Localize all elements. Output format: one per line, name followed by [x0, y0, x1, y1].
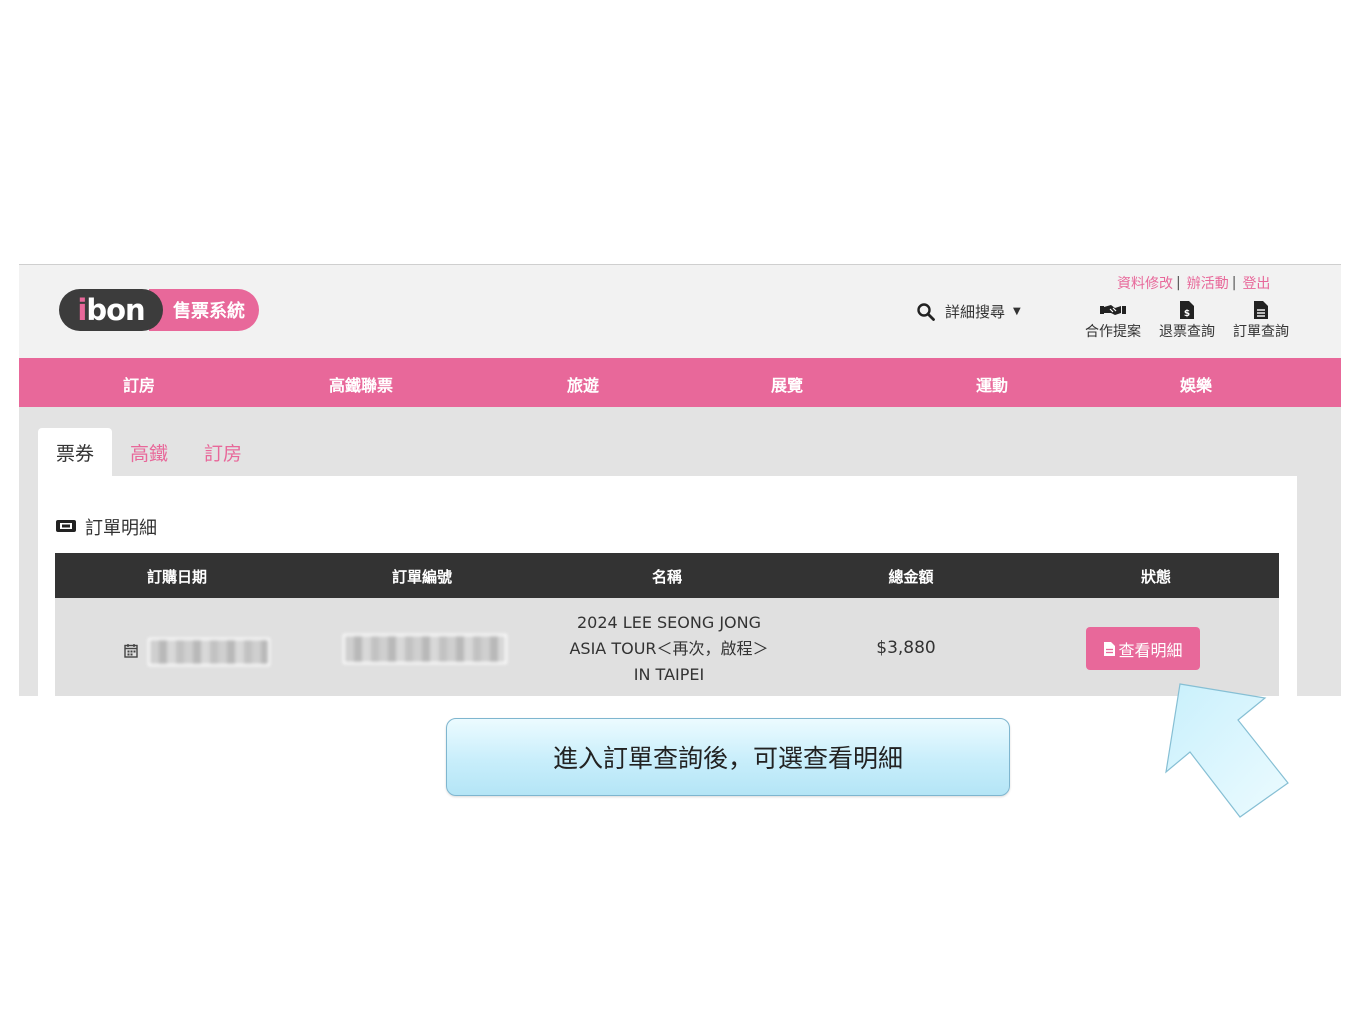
nav-item-exhibition[interactable]: 展覽 [771, 372, 803, 396]
calendar-icon [124, 643, 138, 662]
logo-brand-text: bon [86, 293, 145, 327]
table-row: 2024 LEE SEONG JONG ASIA TOUR＜再次，啟程＞ IN … [55, 598, 1279, 696]
nav-item-hsr-package[interactable]: 高鐵聯票 [329, 372, 393, 396]
event-name-line: ASIA TOUR＜再次，啟程＞ [569, 639, 769, 658]
account-links: 資料修改 | 辦活動 | 登出 [1117, 273, 1270, 293]
col-status: 狀態 [1140, 568, 1172, 586]
instruction-callout: 進入訂單查詢後，可選查看明細 [446, 718, 1010, 796]
logout-link[interactable]: 登出 [1242, 273, 1270, 293]
section-title: 訂單明細 [55, 514, 157, 540]
tab-hsr[interactable]: 高鐵 [112, 428, 186, 476]
event-name-line: IN TAIPEI [633, 665, 705, 684]
logo-i-mark: i [77, 293, 87, 327]
quick-link-label: 退票查詢 [1159, 324, 1215, 340]
nav-item-sports[interactable]: 運動 [976, 372, 1008, 396]
ibon-page-screenshot: i bon 售票系統 詳細搜尋 ▼ 資料修改 | 辦活動 | 登出 合作提案 $ 退票… [19, 264, 1341, 696]
tab-hotel[interactable]: 訂房 [186, 428, 260, 476]
nav-item-hotel[interactable]: 訂房 [123, 372, 155, 396]
logo-subtitle: 售票系統 [149, 289, 259, 331]
order-doc-icon [1253, 299, 1269, 321]
nav-item-travel[interactable]: 旅遊 [567, 372, 599, 396]
view-details-button[interactable]: 查看明細 [1086, 627, 1200, 670]
main-nav: 訂房 高鐵聯票 旅遊 展覽 運動 娛樂 [19, 358, 1341, 407]
section-title-text: 訂單明細 [85, 518, 157, 539]
profile-edit-link[interactable]: 資料修改 [1117, 273, 1173, 293]
event-name-cell: 2024 LEE SEONG JONG ASIA TOUR＜再次，啟程＞ IN … [569, 610, 768, 688]
quick-link-label: 合作提案 [1085, 324, 1141, 340]
advanced-search-button[interactable]: 詳細搜尋 ▼ [917, 301, 1021, 322]
logo-brand: i bon [59, 289, 163, 331]
col-total-amount: 總金額 [888, 568, 934, 586]
header: i bon 售票系統 詳細搜尋 ▼ 資料修改 | 辦活動 | 登出 合作提案 $ 退票… [19, 265, 1341, 358]
ticket-icon [55, 517, 77, 538]
table-header: 訂購日期 訂單編號 名稱 總金額 狀態 [55, 553, 1279, 598]
order-number-cell [343, 634, 507, 664]
quick-link-order-query[interactable]: 訂單查詢 [1227, 299, 1295, 341]
search-icon [917, 302, 935, 321]
link-separator: | [1176, 275, 1181, 291]
redacted-order-date [148, 638, 270, 666]
view-details-label: 查看明細 [1118, 640, 1183, 660]
col-order-number: 訂單編號 [391, 568, 453, 586]
svg-text:$: $ [1184, 309, 1190, 319]
col-name: 名稱 [651, 568, 683, 586]
ibon-logo[interactable]: i bon 售票系統 [59, 289, 259, 331]
quick-link-refund-query[interactable]: $ 退票查詢 [1153, 299, 1221, 341]
nav-item-entertainment[interactable]: 娛樂 [1180, 372, 1212, 396]
tab-tickets[interactable]: 票券 [38, 428, 113, 476]
quick-link-label: 訂單查詢 [1233, 324, 1289, 340]
handshake-icon [1099, 299, 1127, 321]
order-panel: 訂單明細 訂購日期 訂單編號 名稱 總金額 狀態 2024 LEE SEONG … [38, 476, 1297, 696]
order-tabs: 票券 高鐵 訂房 [38, 428, 260, 478]
document-icon [1103, 641, 1116, 657]
caret-down-icon: ▼ [1013, 306, 1021, 317]
order-date-cell [124, 638, 270, 666]
refund-doc-icon: $ [1179, 299, 1195, 321]
pointer-arrow-icon [1165, 683, 1289, 818]
quick-link-partnership[interactable]: 合作提案 [1079, 299, 1147, 341]
callout-text: 進入訂單查詢後，可選查看明細 [552, 744, 903, 773]
advanced-search-label: 詳細搜尋 [945, 303, 1006, 321]
link-separator: | [1231, 275, 1237, 291]
total-amount: $3,880 [876, 638, 936, 658]
col-order-date: 訂購日期 [146, 568, 208, 586]
redacted-order-number [343, 634, 507, 664]
event-name-line: 2024 LEE SEONG JONG [576, 613, 761, 632]
host-event-link[interactable]: 辦活動 [1187, 273, 1229, 293]
